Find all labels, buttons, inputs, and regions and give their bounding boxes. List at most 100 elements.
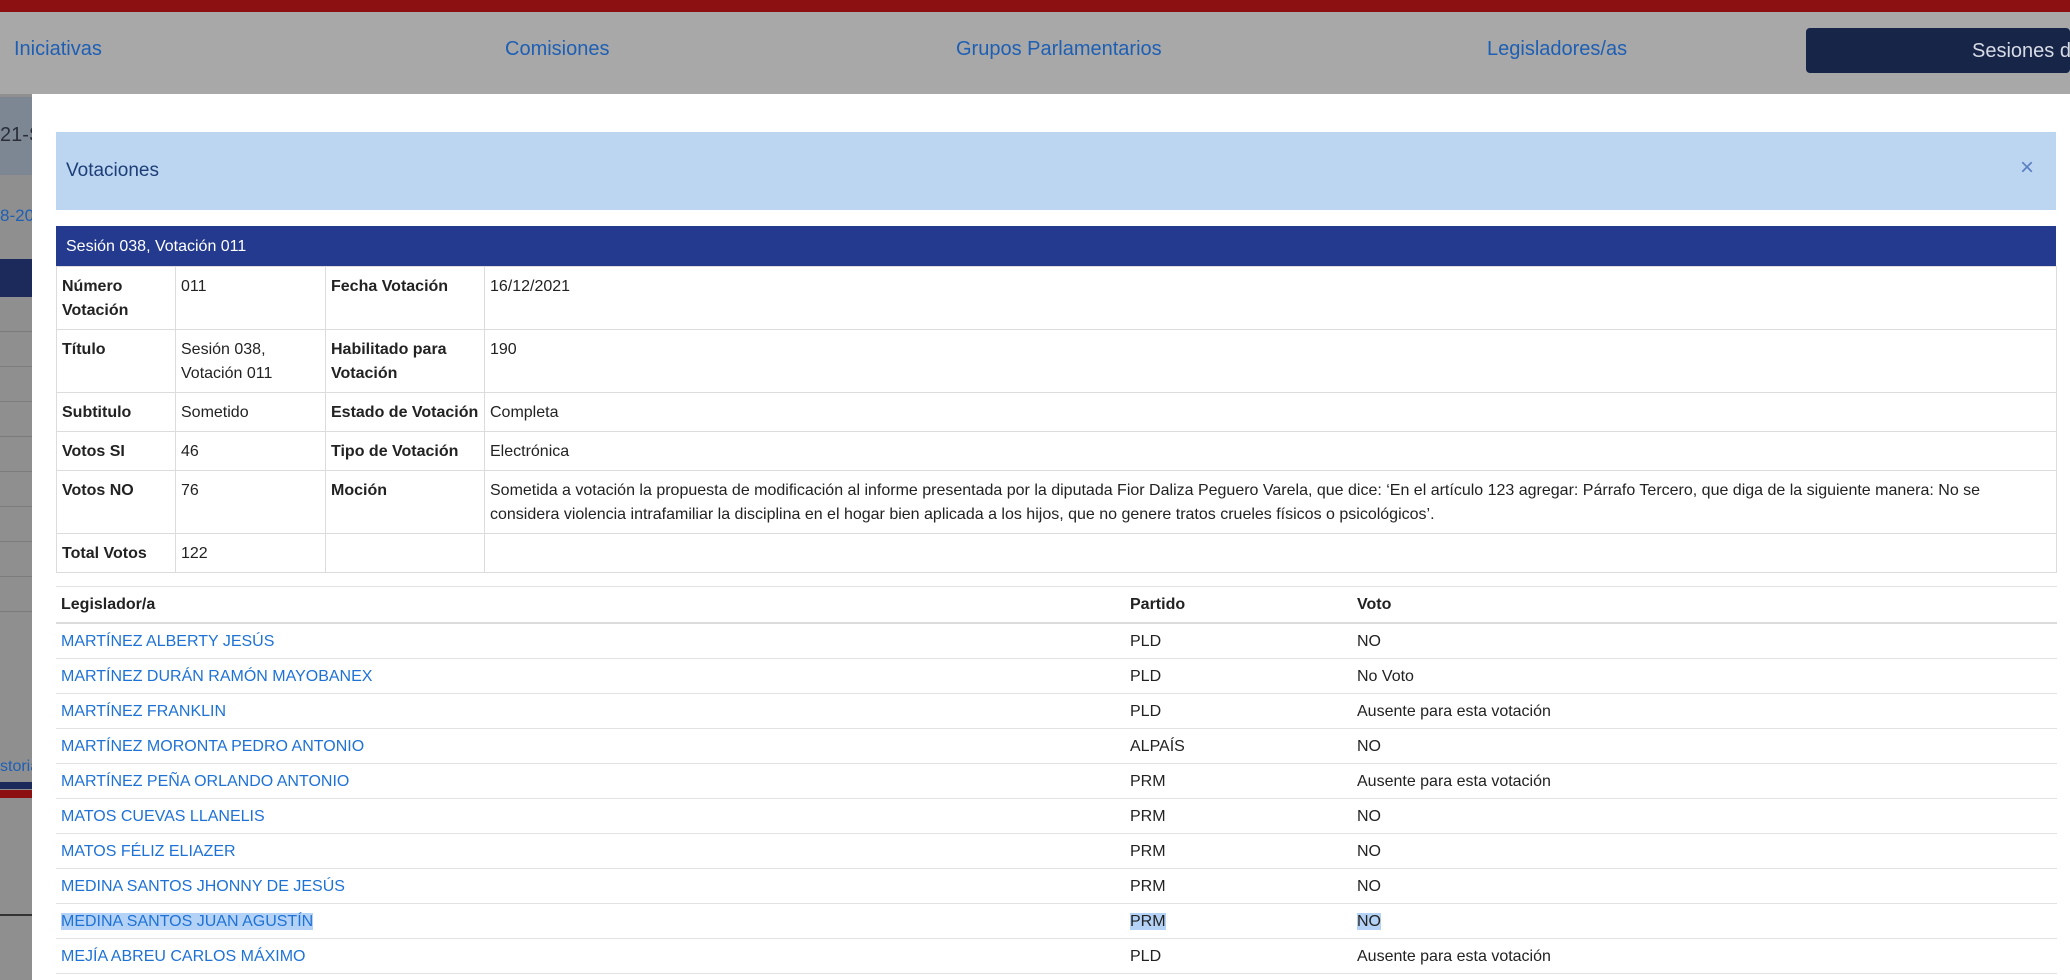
nav-legisladores[interactable]: Legisladores/as [1487,38,1627,61]
vote-value: NO [1357,912,1381,930]
nav-sesiones-active[interactable]: Sesiones d [1806,28,2070,73]
background-fragment: 8-20 [0,206,32,225]
party-cell: PLD [1125,693,1352,729]
empty-cell [325,533,485,573]
background-fragment: storia [0,758,32,775]
info-row: Votos NO 76 Moción Sometida a votación l… [56,470,2057,534]
votos-si-value: 46 [175,431,326,471]
legislator-cell: MARTÍNEZ DURÁN RAMÓN MAYOBANEX [56,658,1125,694]
legislator-link[interactable]: MEDINA SANTOS JUAN AGUSTÍN [61,912,314,930]
main-nav: Iniciativas Comisiones Grupos Parlamenta… [0,12,2070,94]
titulo-label: Título [56,329,176,393]
legislator-link[interactable]: MEDINA SANTOS JHONNY DE JESÚS [61,878,345,895]
legislator-cell: MARTÍNEZ FRANKLIN [56,693,1125,729]
tipo-votacion-value: Electrónica [484,431,2057,471]
background-rule [0,331,32,332]
background-page-edge: 21-S 8-20 storia [0,94,32,980]
vote-value: NO [1357,737,1381,755]
fecha-votacion-label: Fecha Votación [325,266,485,330]
vote-cell: Ausente para esta votación [1352,763,2057,799]
vote-cell: No Voto [1352,658,2057,694]
party-cell: PLD [1125,658,1352,694]
table-row: MEJÍA ABREU CARLOS MÁXIMO PLD Ausente para… [56,938,2057,974]
party-cell: PRM [1125,868,1352,904]
nav-comisiones[interactable]: Comisiones [505,38,609,61]
legislator-link[interactable]: MATOS CUEVAS LLANELIS [61,808,265,825]
vote-cell: NO [1352,728,2057,764]
table-header-row: Legislador/a Partido Voto [56,586,2057,624]
modal-header: Votaciones × [56,132,2056,210]
vote-value: NO [1357,632,1381,650]
vote-cell: NO [1352,623,2057,659]
mocion-label: Moción [325,470,485,534]
background-rule [0,541,32,542]
vote-rows: MARTÍNEZ ALBERTY JESÚS PLD NO MARTÍNEZ DURÁ… [56,623,2057,974]
party-value: PRM [1130,912,1166,930]
vote-cell: Ausente para esta votación [1352,693,2057,729]
legislator-link[interactable]: MARTÍNEZ DURÁN RAMÓN MAYOBANEX [61,668,372,685]
table-row: MARTÍNEZ MORONTA PEDRO ANTONIO ALPAÍS NO [56,728,2057,764]
background-rule [0,471,32,472]
modal-title: Votaciones [66,160,159,181]
nav-sesiones-label: Sesiones d [1972,40,2070,62]
legislator-cell: MEDINA SANTOS JUAN AGUSTÍN [56,903,1125,939]
votaciones-modal: Votaciones × Sesión 038, Votación 011 Nú… [32,94,2070,980]
numero-votacion-value: 011 [175,266,326,330]
fecha-votacion-value: 16/12/2021 [484,266,2057,330]
votos-no-value: 76 [175,470,326,534]
empty-cell [484,533,2057,573]
legislator-link[interactable]: MATOS FÉLIZ ELIAZER [61,843,236,860]
total-votos-value: 122 [175,533,326,573]
background-rule [0,576,32,577]
table-row: MARTÍNEZ PEÑA ORLANDO ANTONIO PRM Ausente … [56,763,2057,799]
party-cell: PLD [1125,623,1352,659]
legislator-link[interactable]: MARTÍNEZ MORONTA PEDRO ANTONIO [61,738,364,755]
estado-value: Completa [484,392,2057,432]
info-row: Votos SI 46 Tipo de Votación Electrónica [56,431,2057,471]
legislator-link[interactable]: MARTÍNEZ ALBERTY JESÚS [61,633,274,650]
table-row: MEDINA SANTOS JHONNY DE JESÚS PRM NO [56,868,2057,904]
legislator-link[interactable]: MEJÍA ABREU CARLOS MÁXIMO [61,948,306,965]
vote-cell: Ausente para esta votación [1352,938,2057,974]
legislator-link[interactable]: MARTÍNEZ FRANKLIN [61,703,226,720]
nav-iniciativas[interactable]: Iniciativas [14,38,102,61]
mocion-value: Sometida a votación la propuesta de modi… [484,470,2057,534]
nav-grupos-parlamentarios[interactable]: Grupos Parlamentarios [956,38,1162,61]
vote-value: Ausente para esta votación [1357,702,1551,720]
background-rule [0,436,32,437]
legislator-cell: MEJÍA ABREU CARLOS MÁXIMO [56,938,1125,974]
legislator-link[interactable]: MARTÍNEZ PEÑA ORLANDO ANTONIO [61,773,349,790]
tipo-votacion-label: Tipo de Votación [325,431,485,471]
votos-si-label: Votos SI [56,431,176,471]
total-votos-label: Total Votos [56,533,176,573]
background-rule [0,506,32,507]
party-cell: PRM [1125,798,1352,834]
party-value: PLD [1130,667,1162,685]
vote-cell: NO [1352,833,2057,869]
vote-value: Ausente para esta votación [1357,772,1551,790]
info-row: Número Votación 011 Fecha Votación 16/12… [56,266,2057,330]
session-heading-bar: Sesión 038, Votación 011 [56,226,2056,266]
habilitado-label: Habilitado para Votación [325,329,485,393]
vote-value: NO [1357,807,1381,825]
background-bar [0,782,32,789]
votos-no-label: Votos NO [56,470,176,534]
vote-value: NO [1357,877,1381,895]
vote-info-table: Número Votación 011 Fecha Votación 16/12… [56,266,2057,573]
party-value: PLD [1130,702,1162,720]
titulo-value: Sesión 038, Votación 011 [175,329,326,393]
vote-cell: NO [1352,868,2057,904]
estado-label: Estado de Votación [325,392,485,432]
party-cell: PRM [1125,903,1352,939]
party-cell: PLD [1125,938,1352,974]
numero-votacion-label: Número Votación [56,266,176,330]
vote-value: Ausente para esta votación [1357,947,1551,965]
column-header-voto: Voto [1352,586,2057,624]
info-row: Total Votos 122 [56,533,2057,573]
session-heading: Sesión 038, Votación 011 [66,238,247,255]
table-row: MEDINA SANTOS JUAN AGUSTÍN PRM NO [56,903,2057,939]
subtitulo-label: Subtitulo [56,392,176,432]
table-row: MARTÍNEZ DURÁN RAMÓN MAYOBANEX PLD No Voto [56,658,2057,694]
party-value: PLD [1130,947,1162,965]
close-icon[interactable]: × [2020,156,2034,180]
